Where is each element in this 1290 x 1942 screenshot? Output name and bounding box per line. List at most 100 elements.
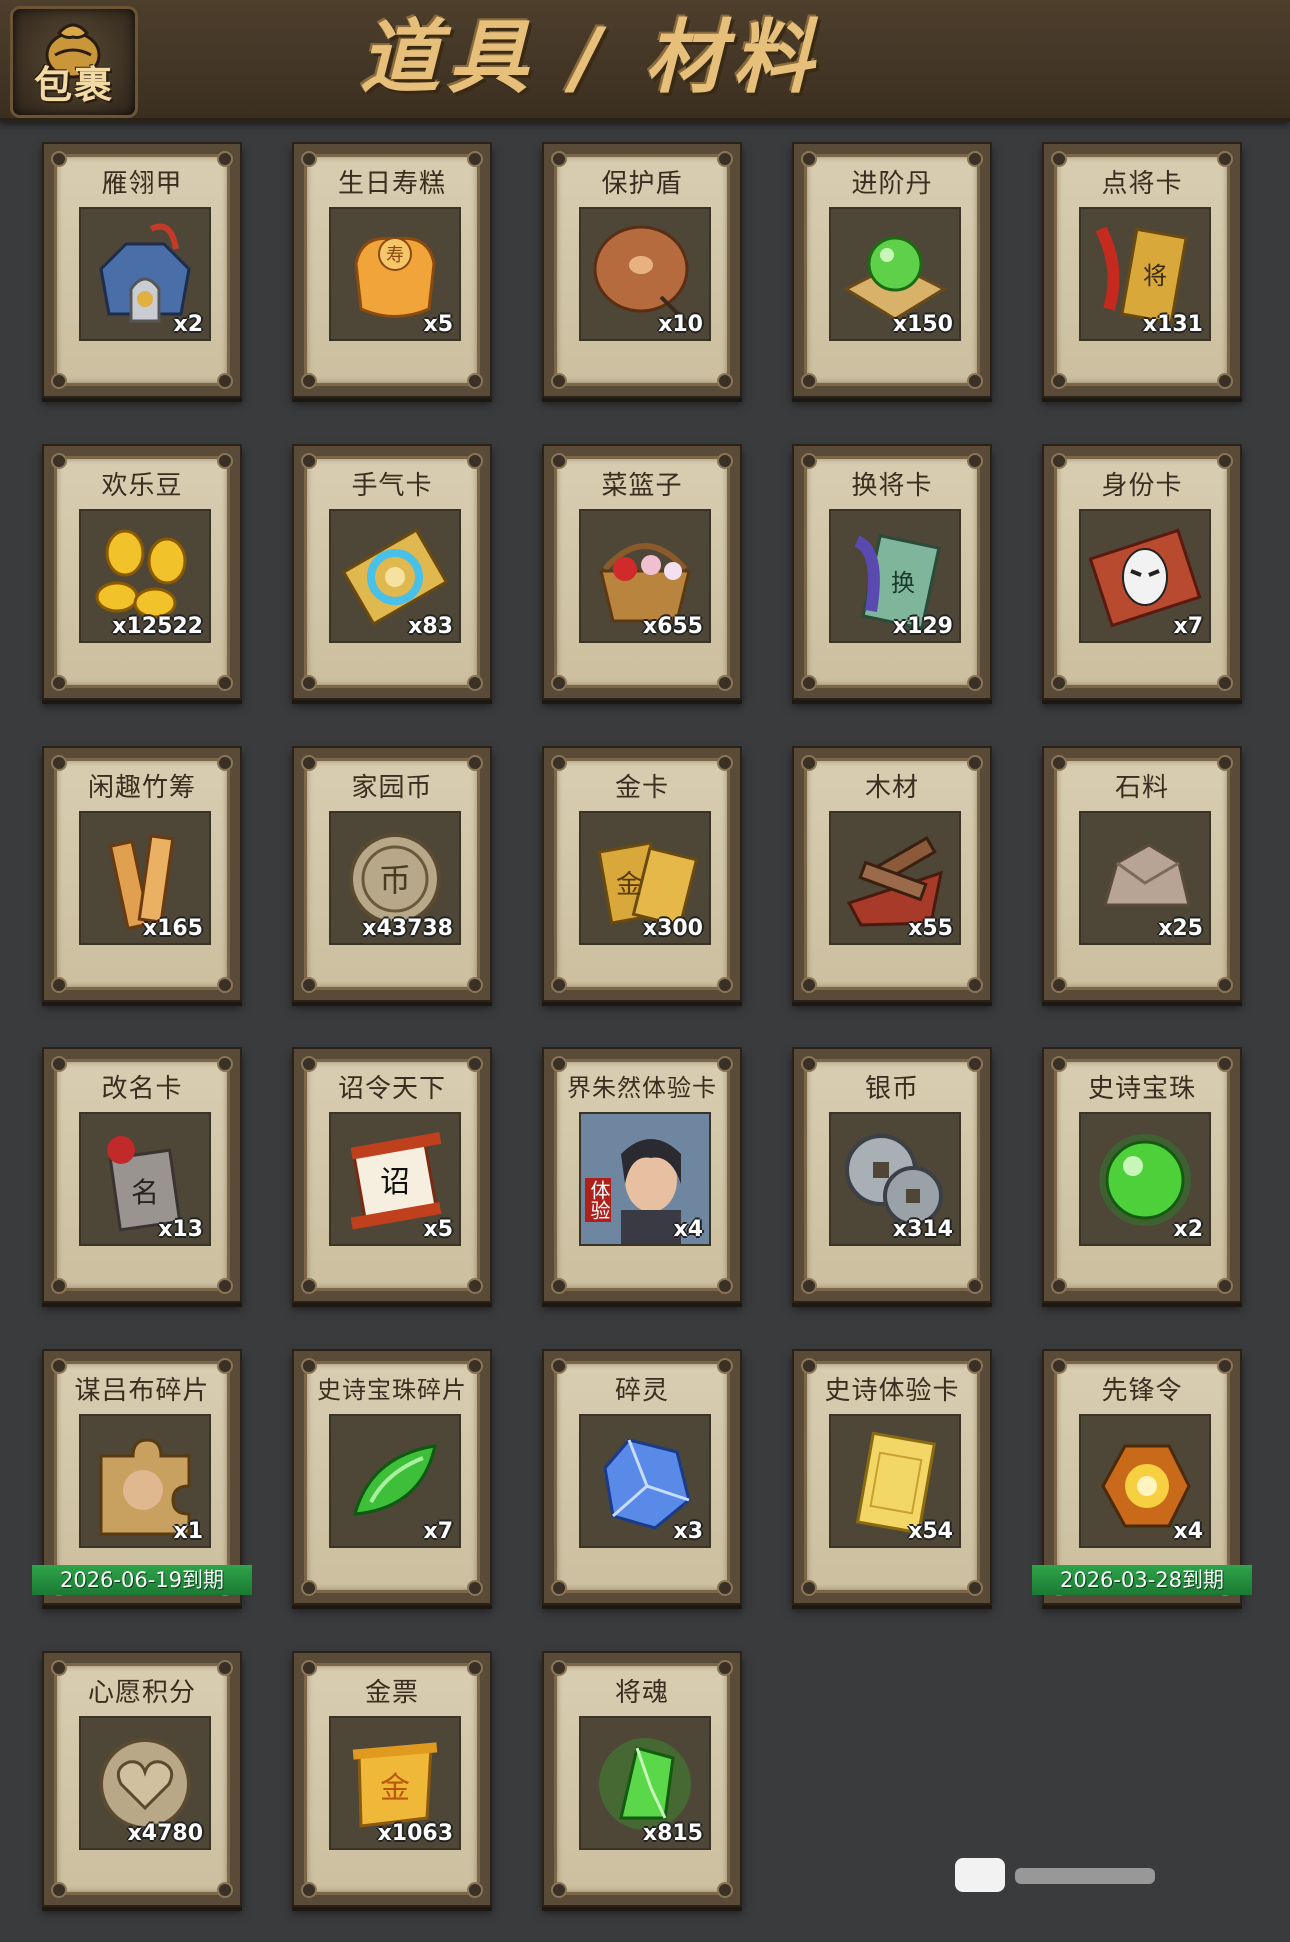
svg-text:换: 换 xyxy=(891,569,915,597)
item-quantity: x165 xyxy=(142,916,203,941)
item-card-face: 诏令天下诏 x5 xyxy=(301,1056,483,1294)
card-corner-rivet xyxy=(301,1580,317,1596)
item-quantity: x83 xyxy=(408,614,453,639)
item-card-face: 点将卡将 x131 xyxy=(1051,151,1233,389)
item-card[interactable]: 菜篮子 x655 xyxy=(542,444,742,700)
svg-text:名: 名 xyxy=(131,1176,159,1209)
expiry-date-banner: 2026-03-28到期 xyxy=(1032,1565,1252,1595)
item-quantity: x12522 xyxy=(112,614,203,639)
item-name: 谋吕布碎片 xyxy=(74,1376,210,1406)
svg-text:金: 金 xyxy=(380,1771,410,1806)
crystal-icon: x3 xyxy=(579,1414,711,1548)
item-quantity: x5 xyxy=(423,1217,454,1242)
item-quantity: x2 xyxy=(173,312,204,337)
item-quantity: x55 xyxy=(908,916,953,941)
item-card[interactable]: 史诗体验卡 x54 xyxy=(792,1349,992,1605)
item-card[interactable]: 雁翎甲 x2 xyxy=(42,142,242,398)
item-card[interactable]: 闲趣竹筹 x165 xyxy=(42,746,242,1002)
item-card[interactable]: 手气卡 x83 xyxy=(292,444,492,700)
home-coin-icon: 币 x43738 xyxy=(329,811,461,945)
item-card[interactable]: 木材 x55 xyxy=(792,746,992,1002)
item-card[interactable]: 点将卡将 x131 xyxy=(1042,142,1242,398)
shield-icon: x10 xyxy=(579,207,711,341)
card-corner-rivet xyxy=(51,675,67,691)
hero-portrait-icon: 体验 x4 xyxy=(579,1112,711,1246)
item-card-face: 身份卡 x7 xyxy=(1051,453,1233,691)
item-card-face: 改名卡名 x13 xyxy=(51,1056,233,1294)
item-name: 雁翎甲 xyxy=(101,169,183,199)
card-corner-rivet xyxy=(1217,977,1233,993)
item-name: 进阶丹 xyxy=(851,169,933,199)
item-card-face: 史诗宝珠碎片 x7 xyxy=(301,1358,483,1596)
card-corner-rivet xyxy=(217,1278,233,1294)
item-card[interactable]: 金票金 x1063 xyxy=(292,1651,492,1907)
item-card-face: 欢乐豆 x12522 xyxy=(51,453,233,691)
item-card-face: 碎灵 x3 xyxy=(551,1358,733,1596)
item-card[interactable]: 家园币币 x43738 xyxy=(292,746,492,1002)
stone-icon: x25 xyxy=(1079,811,1211,945)
swap-card-icon: 换 x129 xyxy=(829,509,961,643)
bag-button[interactable]: 包裹 xyxy=(10,6,138,118)
item-card[interactable]: 换将卡换 x129 xyxy=(792,444,992,700)
item-card[interactable]: 改名卡名 x13 xyxy=(42,1047,242,1303)
gold-card-icon: 金 x300 xyxy=(579,811,711,945)
item-card[interactable]: 金卡金 x300 xyxy=(542,746,742,1002)
item-quantity: x54 xyxy=(908,1519,953,1544)
item-card[interactable]: 谋吕布碎片 x1 2026-06-19到期 xyxy=(32,1349,252,1605)
item-name: 将魂 xyxy=(614,1678,669,1708)
item-card-face: 石料 x25 xyxy=(1051,755,1233,993)
item-quantity: x1 xyxy=(173,1519,204,1544)
item-quantity: x300 xyxy=(642,916,703,941)
item-card[interactable]: 生日寿糕寿 x5 xyxy=(292,142,492,398)
item-card[interactable]: 史诗宝珠碎片 x7 xyxy=(292,1349,492,1605)
svg-text:金: 金 xyxy=(616,870,642,900)
item-card[interactable]: 石料 x25 xyxy=(1042,746,1242,1002)
item-name: 心愿积分 xyxy=(87,1678,196,1708)
item-card[interactable]: 银币 x314 xyxy=(792,1047,992,1303)
card-corner-rivet xyxy=(467,675,483,691)
item-card[interactable]: 史诗宝珠 x2 xyxy=(1042,1047,1242,1303)
item-quantity: x3 xyxy=(673,1519,704,1544)
card-corner-rivet xyxy=(717,1882,733,1898)
card-corner-rivet xyxy=(801,373,817,389)
item-name: 身份卡 xyxy=(1101,471,1183,501)
trial-badge: 体验 xyxy=(585,1178,611,1222)
item-name: 史诗体验卡 xyxy=(824,1376,960,1406)
silver-coin-icon: x314 xyxy=(829,1112,961,1246)
item-card[interactable]: 碎灵 x3 xyxy=(542,1349,742,1605)
puzzle-piece-icon: x1 xyxy=(79,1414,211,1548)
item-card[interactable]: 进阶丹 x150 xyxy=(792,142,992,398)
bamboo-tally-icon: x165 xyxy=(79,811,211,945)
card-corner-rivet xyxy=(717,1278,733,1294)
item-card[interactable]: 保护盾 x10 xyxy=(542,142,742,398)
item-name: 菜篮子 xyxy=(601,471,683,501)
item-name: 银币 xyxy=(864,1074,919,1104)
item-quantity: x2 xyxy=(1173,1217,1204,1242)
item-card-face: 先锋令 x4 xyxy=(1051,1358,1233,1596)
item-card-face: 雁翎甲 x2 xyxy=(51,151,233,389)
card-corner-rivet xyxy=(467,977,483,993)
item-quantity: x150 xyxy=(892,312,953,337)
item-quantity: x1063 xyxy=(377,1821,453,1846)
item-card[interactable]: 身份卡 x7 xyxy=(1042,444,1242,700)
card-corner-rivet xyxy=(301,977,317,993)
item-card[interactable]: 将魂 x815 xyxy=(542,1651,742,1907)
header-bar: 包裹 道具 / 材料 xyxy=(0,0,1290,122)
item-name: 诏令天下 xyxy=(337,1074,446,1104)
item-card[interactable]: 界朱然体验卡 体验 x4 xyxy=(542,1047,742,1303)
item-name: 欢乐豆 xyxy=(101,471,183,501)
item-card[interactable]: 诏令天下诏 x5 xyxy=(292,1047,492,1303)
item-name: 点将卡 xyxy=(1101,169,1183,199)
luck-card-icon: x83 xyxy=(329,509,461,643)
item-card[interactable]: 欢乐豆 x12522 xyxy=(42,444,242,700)
wood-icon: x55 xyxy=(829,811,961,945)
heart-coin-icon: x4780 xyxy=(79,1716,211,1850)
item-card[interactable]: 先锋令 x4 2026-03-28到期 xyxy=(1032,1349,1252,1605)
rename-card-icon: 名 x13 xyxy=(79,1112,211,1246)
card-corner-rivet xyxy=(301,373,317,389)
item-card-face: 保护盾 x10 xyxy=(551,151,733,389)
card-corner-rivet xyxy=(967,1580,983,1596)
item-card[interactable]: 心愿积分 x4780 xyxy=(42,1651,242,1907)
vanguard-token-icon: x4 xyxy=(1079,1414,1211,1548)
item-quantity: x4 xyxy=(1173,1519,1204,1544)
